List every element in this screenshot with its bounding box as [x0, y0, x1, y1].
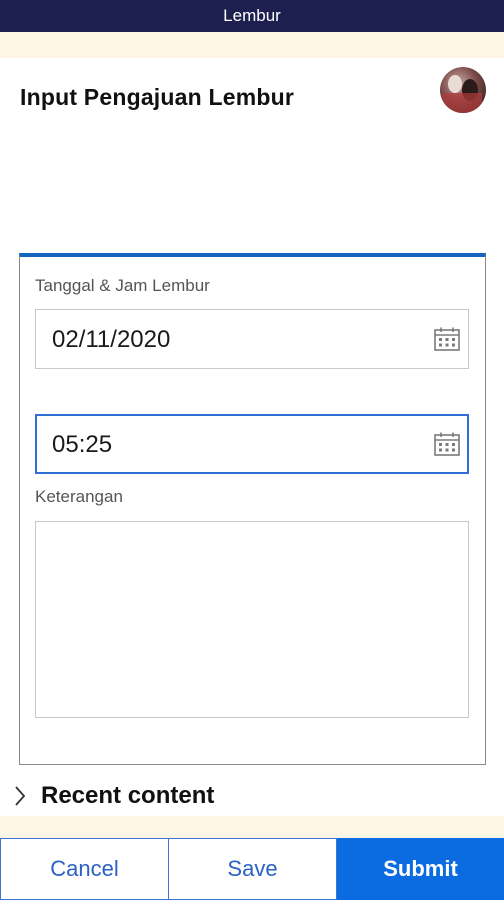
app-title: Lembur: [223, 6, 281, 25]
time-input[interactable]: 05:25: [35, 414, 469, 474]
date-value: 02/11/2020: [52, 326, 171, 353]
cancel-button[interactable]: Cancel: [0, 838, 169, 900]
notes-textarea[interactable]: [35, 521, 469, 718]
chevron-right-icon: [15, 786, 26, 806]
calendar-icon[interactable]: [434, 432, 460, 456]
app-title-bar: Lembur: [0, 0, 504, 32]
date-input[interactable]: 02/11/2020: [35, 309, 469, 369]
action-bar: Cancel Save Submit: [0, 838, 504, 900]
bottom-spacer-strip: [0, 816, 504, 838]
date-time-label: Tanggal & Jam Lembur: [35, 276, 210, 295]
time-value: 05:25: [52, 431, 113, 458]
recent-content-toggle[interactable]: Recent content: [0, 776, 504, 816]
user-avatar[interactable]: [440, 67, 486, 113]
recent-content-label: Recent content: [41, 782, 215, 809]
page-title: Input Pengajuan Lembur: [20, 84, 295, 110]
save-button[interactable]: Save: [169, 838, 337, 900]
notes-label: Keterangan: [35, 487, 123, 506]
top-spacer-strip: [0, 32, 504, 58]
submit-button[interactable]: Submit: [337, 838, 504, 900]
calendar-icon[interactable]: [434, 327, 460, 351]
